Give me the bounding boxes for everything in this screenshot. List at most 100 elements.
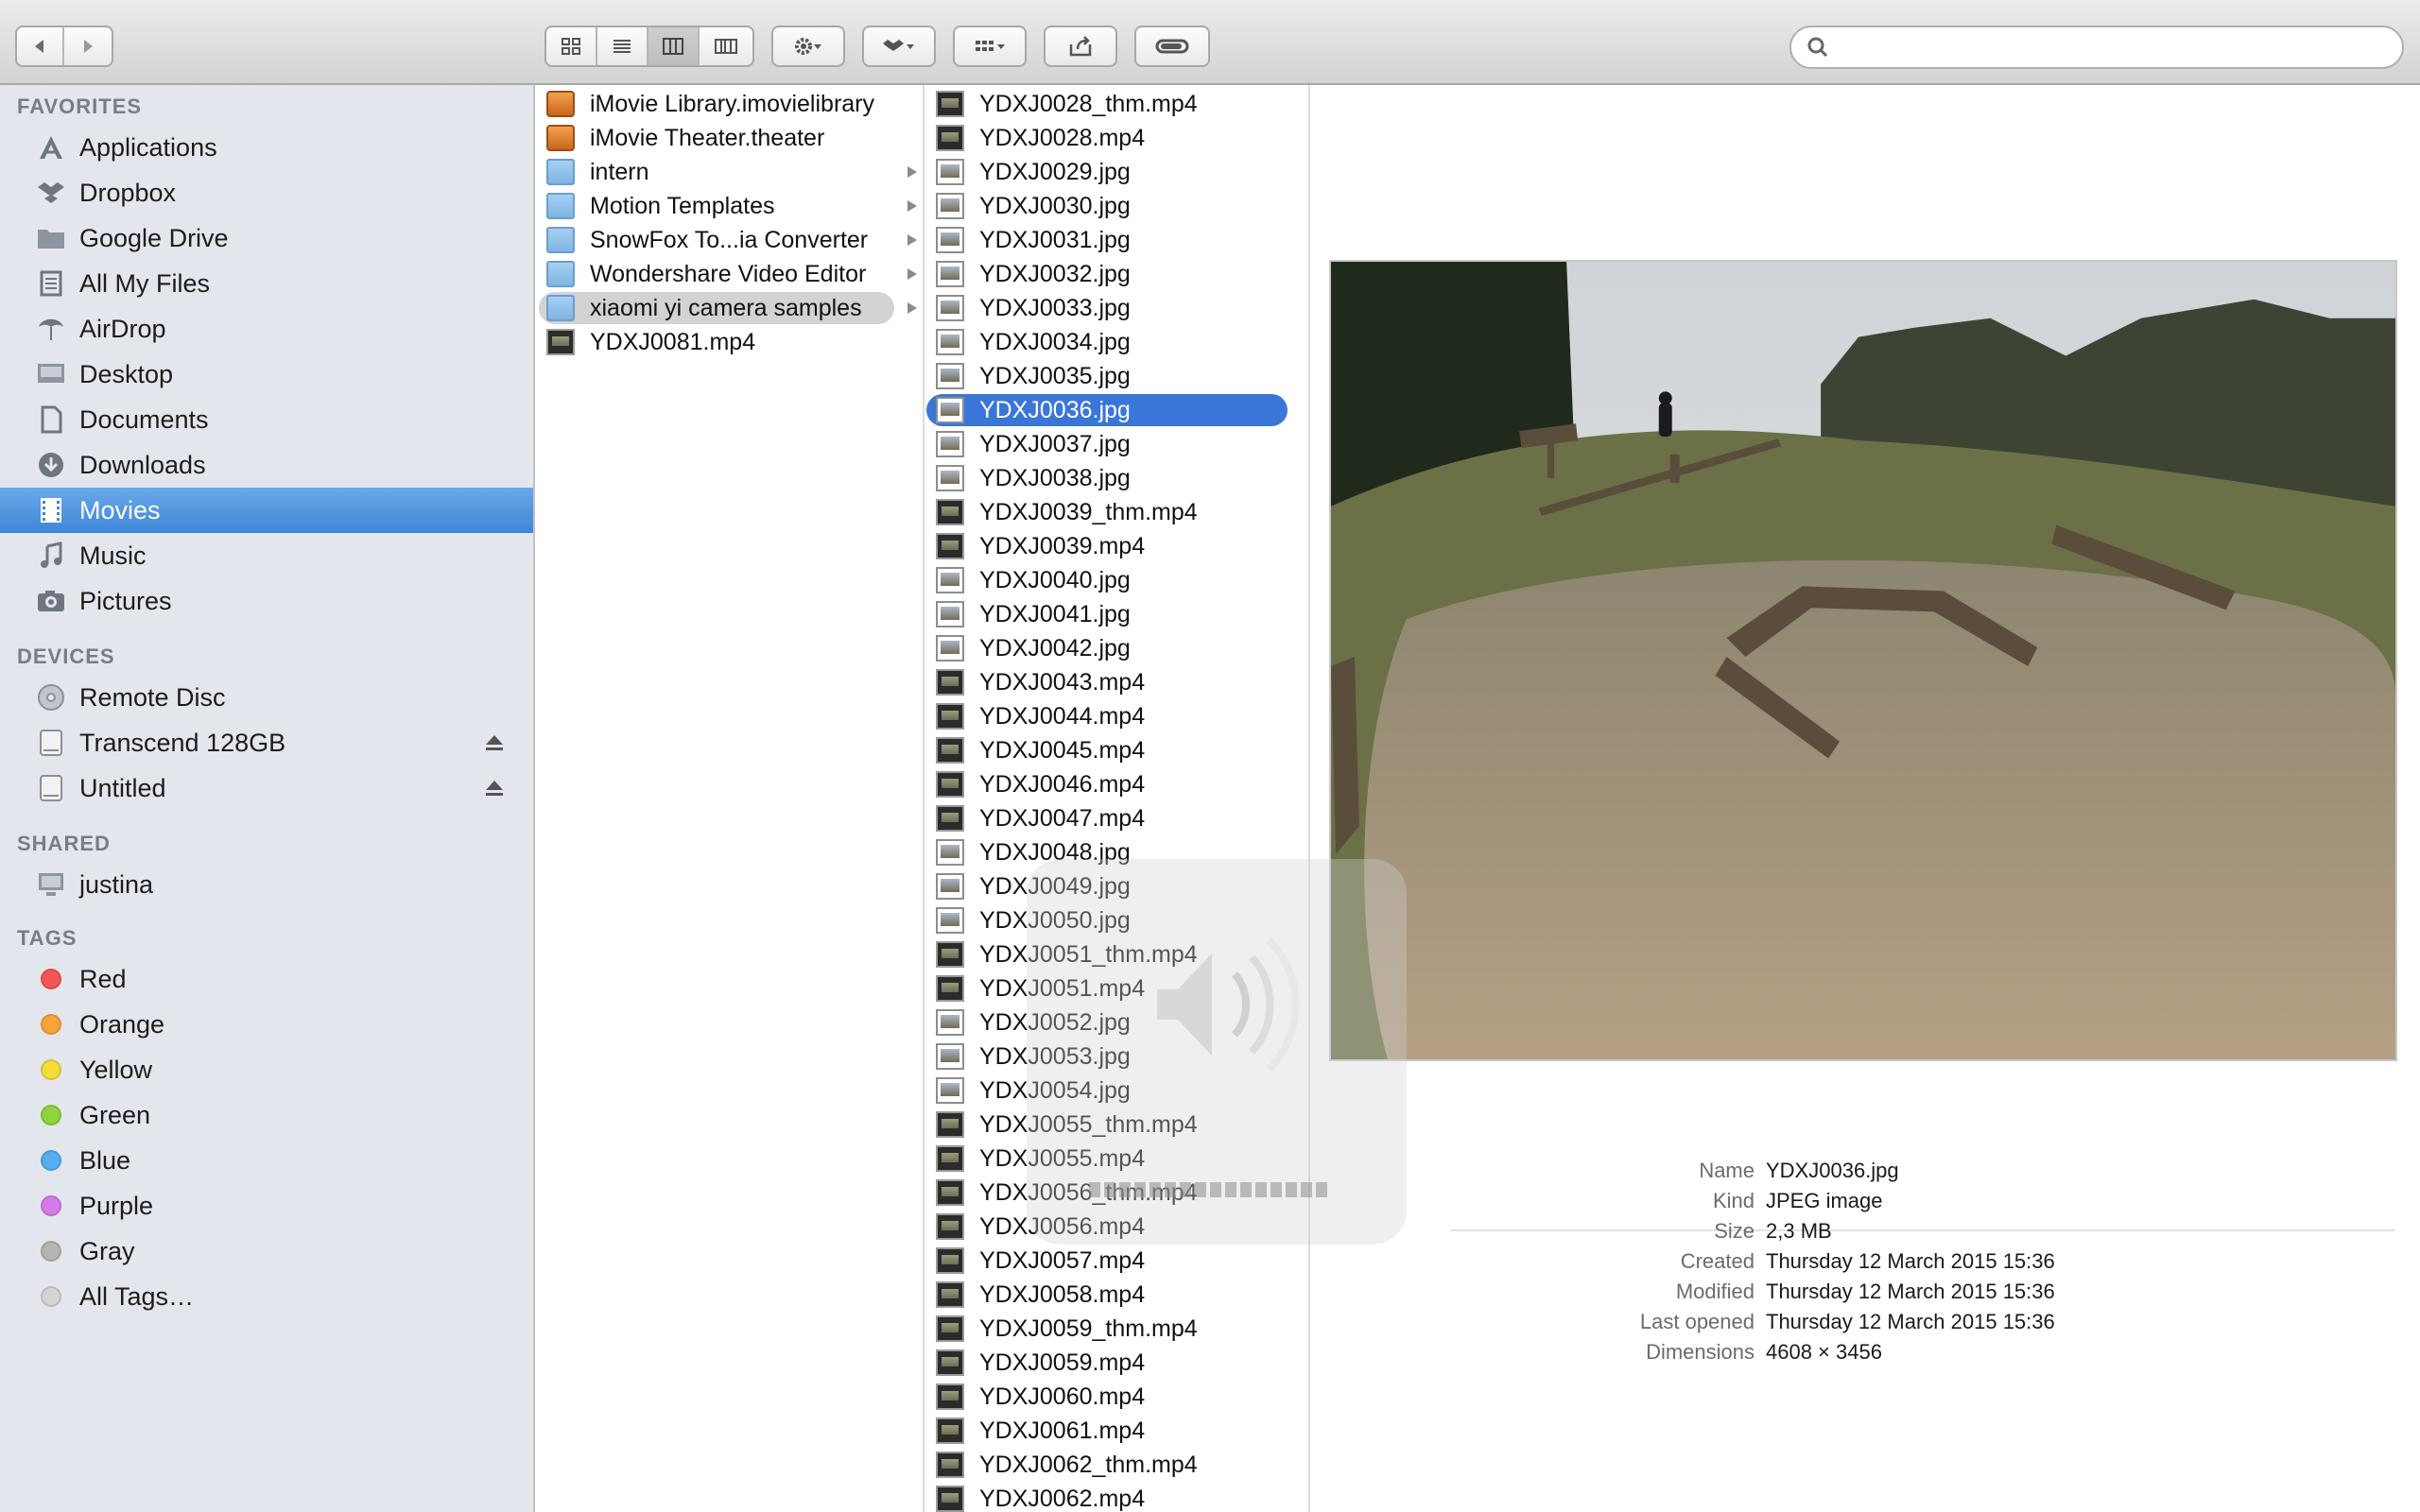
- file-row[interactable]: YDXJ0059.mp4: [925, 1346, 1308, 1380]
- arrange-menu-button[interactable]: [953, 26, 1027, 67]
- file-row[interactable]: xiaomi yi camera samples: [535, 291, 923, 325]
- files-column[interactable]: YDXJ0028_thm.mp4 YDXJ0028.mp4 YDXJ0029.jpg…: [925, 85, 1310, 1512]
- list-view-button[interactable]: [597, 27, 648, 65]
- file-row[interactable]: YDXJ0034.jpg: [925, 325, 1308, 359]
- file-row[interactable]: YDXJ0035.jpg: [925, 359, 1308, 393]
- sidebar-item-dropbox[interactable]: Dropbox: [0, 170, 533, 215]
- downloads-icon: [34, 448, 68, 482]
- file-row[interactable]: YDXJ0028.mp4: [925, 121, 1308, 155]
- file-row[interactable]: YDXJ0037.jpg: [925, 427, 1308, 461]
- sidebar-item-desktop[interactable]: Desktop: [0, 352, 533, 397]
- parent-folder-column[interactable]: iMovie Library.imovielibrary iMovie Theat…: [535, 85, 925, 1512]
- sidebar-item-music[interactable]: Music: [0, 533, 533, 578]
- sidebar-item-all-my-files[interactable]: All My Files: [0, 261, 533, 306]
- tag-item-green[interactable]: Green: [0, 1092, 533, 1138]
- sidebar-item-downloads[interactable]: Downloads: [0, 442, 533, 488]
- tag-item-purple[interactable]: Purple: [0, 1183, 533, 1228]
- file-row[interactable]: iMovie Library.imovielibrary: [535, 87, 923, 121]
- sidebar-item-pictures[interactable]: Pictures: [0, 578, 533, 624]
- tags-button[interactable]: [1134, 26, 1210, 67]
- file-row[interactable]: YDXJ0039_thm.mp4: [925, 495, 1308, 529]
- sidebar-item-untitled[interactable]: Untitled: [0, 765, 533, 811]
- file-row[interactable]: YDXJ0062.mp4: [925, 1482, 1308, 1512]
- image-file-icon: [936, 193, 964, 219]
- tag-item-yellow[interactable]: Yellow: [0, 1047, 533, 1092]
- file-row[interactable]: YDXJ0060.mp4: [925, 1380, 1308, 1414]
- file-row[interactable]: YDXJ0045.mp4: [925, 733, 1308, 767]
- file-row[interactable]: YDXJ0028_thm.mp4: [925, 87, 1308, 121]
- file-name: YDXJ0036.jpg: [979, 396, 1131, 423]
- file-row[interactable]: YDXJ0036.jpg: [925, 393, 1308, 427]
- file-row[interactable]: Motion Templates: [535, 189, 923, 223]
- sidebar-item-movies[interactable]: Movies: [0, 488, 533, 533]
- tag-item-orange[interactable]: Orange: [0, 1002, 533, 1047]
- file-row[interactable]: YDXJ0039.mp4: [925, 529, 1308, 563]
- speaker-volume-icon: [1157, 937, 1300, 1072]
- share-button[interactable]: [1044, 26, 1117, 67]
- applications-icon: [34, 130, 68, 164]
- file-row[interactable]: YDXJ0041.jpg: [925, 597, 1308, 631]
- file-row[interactable]: YDXJ0058.mp4: [925, 1278, 1308, 1312]
- eject-icon[interactable]: [484, 733, 505, 752]
- tag-icon: [1155, 39, 1189, 54]
- file-row[interactable]: YDXJ0031.jpg: [925, 223, 1308, 257]
- icon-view-button[interactable]: [546, 27, 597, 65]
- sidebar-item-label: justina: [79, 869, 154, 899]
- file-name: YDXJ0061.mp4: [979, 1417, 1146, 1444]
- file-name: YDXJ0034.jpg: [979, 328, 1131, 355]
- sidebar-item-transcend-128gb[interactable]: Transcend 128GB: [0, 720, 533, 765]
- tag-item-gray[interactable]: Gray: [0, 1228, 533, 1274]
- tag-item-red[interactable]: Red: [0, 956, 533, 1002]
- sidebar-item-remote-disc[interactable]: Remote Disc: [0, 675, 533, 720]
- file-row[interactable]: YDXJ0059_thm.mp4: [925, 1312, 1308, 1346]
- file-row[interactable]: YDXJ0057.mp4: [925, 1244, 1308, 1278]
- sidebar-item-label: Applications: [79, 132, 217, 162]
- file-row[interactable]: YDXJ0046.mp4: [925, 767, 1308, 801]
- file-row[interactable]: YDXJ0044.mp4: [925, 699, 1308, 733]
- file-row[interactable]: YDXJ0062_thm.mp4: [925, 1448, 1308, 1482]
- file-row[interactable]: YDXJ0061.mp4: [925, 1414, 1308, 1448]
- image-file-icon: [936, 261, 964, 287]
- action-menu-button[interactable]: [771, 26, 845, 67]
- file-row[interactable]: intern: [535, 155, 923, 189]
- sidebar-item-applications[interactable]: Applications: [0, 125, 533, 170]
- sidebar-item-documents[interactable]: Documents: [0, 397, 533, 442]
- desktop-icon: [34, 357, 68, 391]
- file-row[interactable]: YDXJ0033.jpg: [925, 291, 1308, 325]
- video-file-icon: [936, 1213, 964, 1240]
- file-row[interactable]: YDXJ0038.jpg: [925, 461, 1308, 495]
- image-file-icon: [936, 159, 964, 185]
- sidebar-item-airdrop[interactable]: AirDrop: [0, 306, 533, 352]
- tag-color-dot-icon: [34, 1234, 68, 1268]
- tag-color-dot-icon: [34, 1053, 68, 1087]
- back-button[interactable]: [17, 27, 64, 65]
- sidebar-item-google-drive[interactable]: Google Drive: [0, 215, 533, 261]
- devices-header: DEVICES: [17, 644, 115, 668]
- search-field[interactable]: [1789, 26, 2404, 69]
- cover-flow-view-button[interactable]: [700, 27, 752, 65]
- eject-icon[interactable]: [484, 779, 505, 798]
- tag-item-blue[interactable]: Blue: [0, 1138, 533, 1183]
- dropbox-menu-button[interactable]: [862, 26, 936, 67]
- video-file-icon: [936, 125, 964, 151]
- sidebar-item-justina[interactable]: justina: [0, 862, 533, 907]
- file-row[interactable]: Wondershare Video Editor: [535, 257, 923, 291]
- file-row[interactable]: YDXJ0029.jpg: [925, 155, 1308, 189]
- file-row[interactable]: YDXJ0032.jpg: [925, 257, 1308, 291]
- file-row[interactable]: YDXJ0042.jpg: [925, 631, 1308, 665]
- tag-item-all-tags[interactable]: All Tags…: [0, 1274, 533, 1319]
- search-input[interactable]: [1839, 27, 2402, 67]
- file-row[interactable]: YDXJ0047.mp4: [925, 801, 1308, 835]
- video-file-icon: [936, 1486, 964, 1512]
- file-row[interactable]: YDXJ0043.mp4: [925, 665, 1308, 699]
- info-value-row: YDXJ0036.jpg: [1766, 1159, 2238, 1187]
- forward-button[interactable]: [64, 27, 112, 65]
- column-view-button[interactable]: [648, 27, 700, 65]
- sidebar-item-label: Movies: [79, 495, 161, 524]
- file-row[interactable]: iMovie Theater.theater: [535, 121, 923, 155]
- file-row[interactable]: YDXJ0040.jpg: [925, 563, 1308, 597]
- file-row[interactable]: YDXJ0081.mp4: [535, 325, 923, 359]
- file-row[interactable]: YDXJ0030.jpg: [925, 189, 1308, 223]
- file-name: Motion Templates: [590, 192, 775, 219]
- file-row[interactable]: SnowFox To...ia Converter: [535, 223, 923, 257]
